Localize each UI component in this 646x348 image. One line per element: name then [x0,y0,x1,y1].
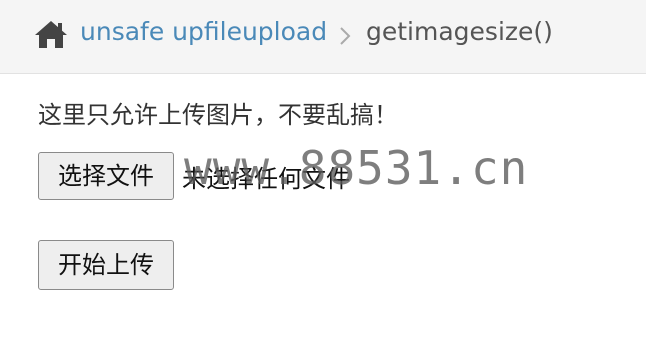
breadcrumb-current: getimagesize() [366,17,553,46]
file-status-text: 未选择任何文件 [182,165,350,193]
breadcrumb-link-section[interactable]: unsafe upfileupload [80,17,327,46]
start-upload-button[interactable]: 开始上传 [38,240,174,290]
home-icon[interactable] [33,19,69,49]
breadcrumb: unsafe upfileupload getimagesize() [0,0,646,74]
upload-notice: 这里只允许上传图片，不要乱搞！ [38,101,398,129]
choose-file-button[interactable]: 选择文件 [38,152,174,200]
chevron-right-icon [339,26,351,46]
